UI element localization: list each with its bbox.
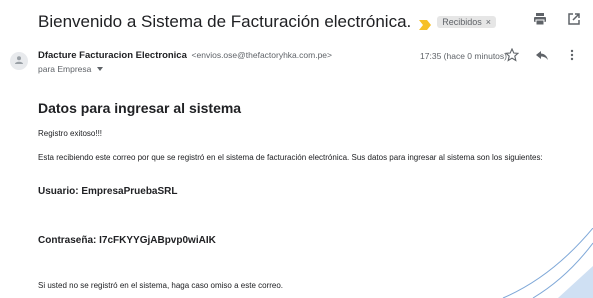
sender-email: <envios.ose@thefactoryhka.com.pe> (191, 50, 332, 60)
recipient-toggle[interactable]: para Empresa (38, 64, 104, 74)
print-icon[interactable] (533, 12, 549, 28)
registration-status: Registro exitoso!!! (38, 129, 103, 138)
person-icon (14, 52, 24, 70)
timestamp: 17:35 (hace 0 minutos) (420, 51, 507, 61)
label-chip-recibidos[interactable]: Recibidos × (437, 16, 497, 28)
password-line: Contraseña: I7cFKYYGjABpvp0wiAIK (38, 235, 216, 246)
subject-row: Bienvenido a Sistema de Facturación elec… (38, 8, 593, 36)
avatar[interactable] (10, 52, 28, 70)
intro-paragraph: Esta recibiendo este correo por que se r… (38, 153, 543, 162)
more-vert-icon[interactable] (565, 48, 581, 64)
importance-marker-icon[interactable] (419, 17, 432, 30)
label-chip-text: Recibidos (442, 17, 482, 27)
reply-icon[interactable] (535, 48, 551, 64)
sender-name[interactable]: Dfacture Facturacion Electronica (38, 50, 187, 61)
email-subject: Bienvenido a Sistema de Facturación elec… (38, 12, 412, 31)
recipient-text: para Empresa (38, 64, 92, 74)
username-line: Usuario: EmpresaPruebaSRL (38, 186, 178, 197)
footer-note: Si usted no se registró en el sistema, h… (38, 281, 284, 290)
subject-actions (533, 12, 583, 28)
message-actions (504, 47, 581, 64)
sender-line: Dfacture Facturacion Electronica <envios… (38, 50, 332, 61)
decorative-lines (502, 228, 593, 298)
close-icon[interactable]: × (486, 17, 491, 27)
open-in-new-window-icon[interactable] (567, 12, 583, 28)
chevron-down-icon[interactable] (97, 67, 104, 71)
star-icon[interactable] (504, 47, 521, 64)
body-title: Datos para ingresar al sistema (38, 100, 242, 116)
